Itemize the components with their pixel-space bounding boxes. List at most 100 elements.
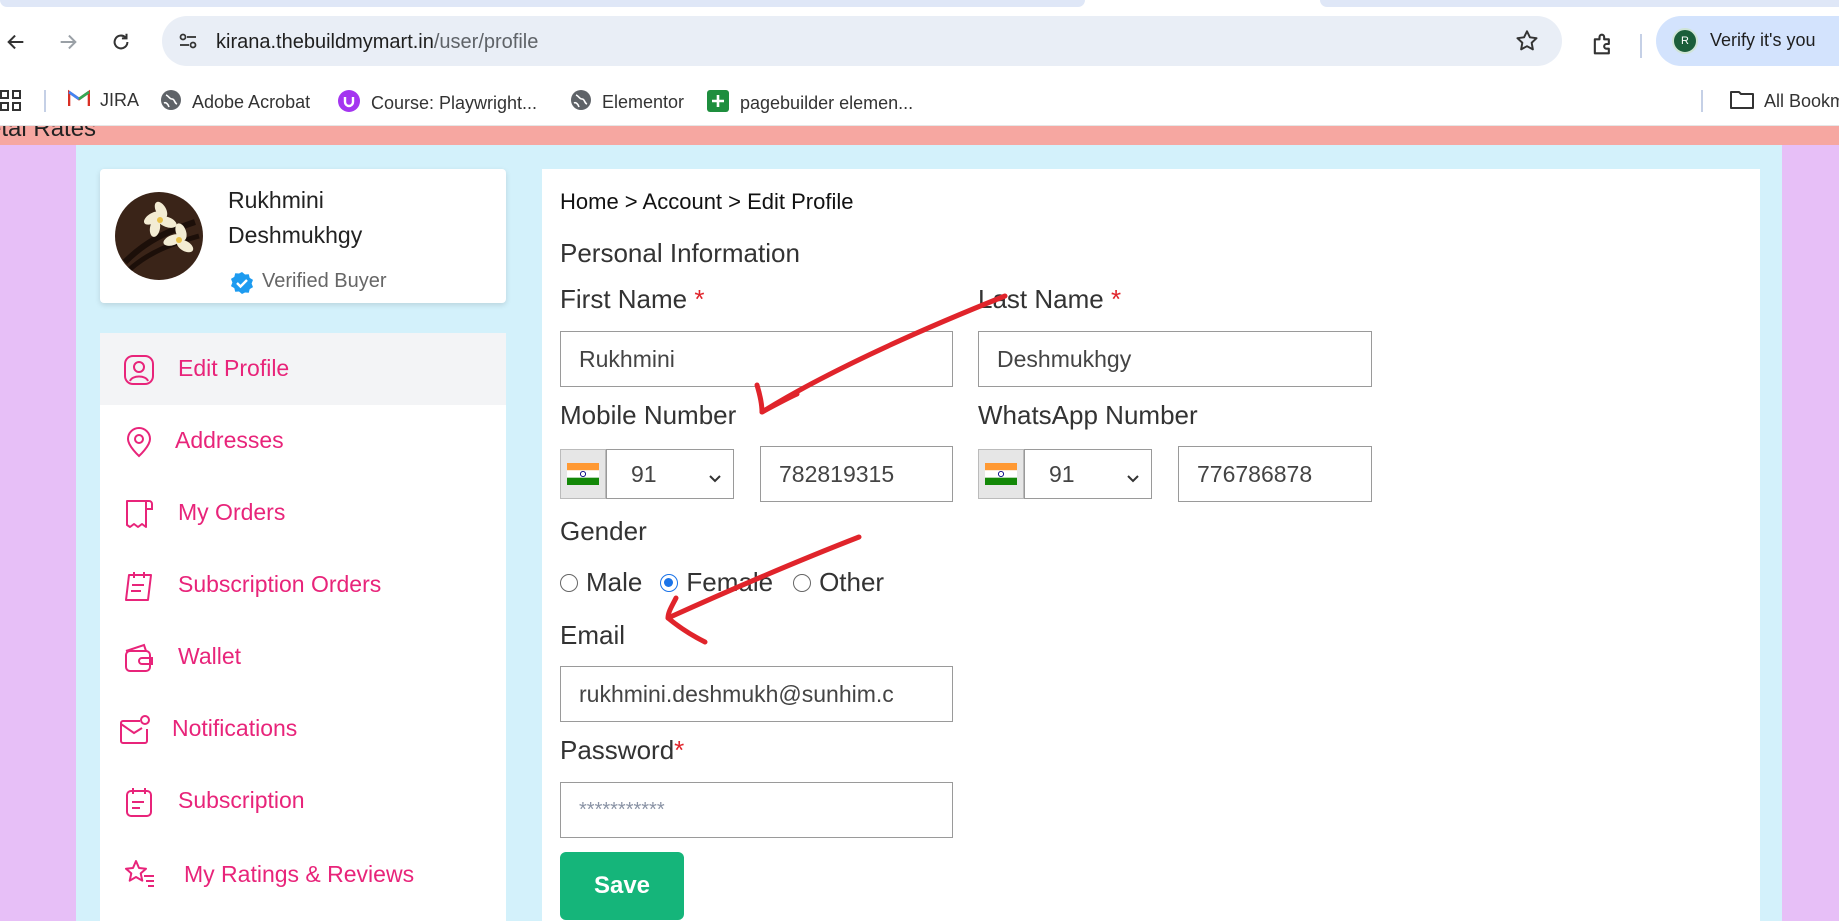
password-label-text: Password xyxy=(560,735,675,765)
account-container: Rukhmini Deshmukhgy Verified Buyer Edit … xyxy=(76,145,1782,921)
verified-label: Verified Buyer xyxy=(262,269,387,292)
bookmark-star-icon[interactable] xyxy=(1514,28,1540,59)
browser-toolbar: kirana.thebuildmymart.in/user/profile R … xyxy=(0,8,1839,76)
whatsapp-number-field[interactable]: 776786878 xyxy=(1178,446,1372,502)
menu-item-wallet[interactable]: Wallet xyxy=(100,621,506,693)
top-announcement-strip: etal Rates xyxy=(0,126,1839,145)
profile-first-name: Rukhmini xyxy=(228,187,324,213)
chevron-down-icon xyxy=(707,466,723,493)
email-field[interactable]: rukhmini.deshmukh@sunhim.c xyxy=(560,666,953,722)
tab-strip xyxy=(0,0,1839,8)
menu-item-addresses[interactable]: Addresses xyxy=(100,405,506,477)
menu-item-my-ratings-reviews[interactable]: My Ratings & Reviews xyxy=(100,837,506,909)
bookmarks-divider xyxy=(44,90,46,112)
gmail-icon xyxy=(67,89,91,112)
avatar xyxy=(115,192,203,280)
password-label: Password* xyxy=(560,735,684,766)
mobile-label: Mobile Number xyxy=(560,400,737,430)
gender-radio-other[interactable] xyxy=(793,573,812,592)
extensions-icon[interactable] xyxy=(1589,30,1617,63)
last-name-field[interactable]: Deshmukhgy xyxy=(978,331,1372,387)
forward-icon[interactable] xyxy=(54,28,82,56)
url-path: /user/profile xyxy=(433,31,539,53)
first-name-field[interactable]: Rukhmini xyxy=(560,331,953,387)
india-flag-icon xyxy=(560,449,606,499)
bookmark-label: Adobe Acrobat xyxy=(192,92,311,112)
site-info-icon[interactable] xyxy=(176,29,200,58)
gender-radio-female[interactable] xyxy=(660,573,679,592)
gender-option-label[interactable]: Other xyxy=(819,567,884,598)
india-flag-icon xyxy=(978,449,1024,499)
browser-tab[interactable] xyxy=(0,0,1085,7)
menu-label: Edit Profile xyxy=(178,355,290,381)
menu-item-notifications[interactable]: Notifications xyxy=(100,693,506,765)
required-marker: * xyxy=(1110,284,1122,314)
address-bar[interactable]: kirana.thebuildmymart.in/user/profile xyxy=(162,16,1562,66)
whatsapp-label: WhatsApp Number xyxy=(978,400,1198,430)
bookmark-item[interactable]: Elementor xyxy=(570,89,684,116)
gender-option-label[interactable]: Female xyxy=(686,567,773,598)
account-menu: Edit Profile Addresses My Orders Subscri… xyxy=(100,333,506,921)
profile-button[interactable]: R Verify it's you xyxy=(1656,16,1839,66)
back-icon[interactable] xyxy=(2,28,30,56)
email-label: Email xyxy=(560,620,626,650)
reload-icon[interactable] xyxy=(107,28,135,56)
whatsapp-code-value: 91 xyxy=(1049,460,1075,487)
verified-check-icon xyxy=(230,271,254,301)
required-marker: * xyxy=(674,735,685,765)
mobile-number-field[interactable]: 782819315 xyxy=(760,446,953,502)
whatsapp-country-code-select[interactable]: 91 xyxy=(1024,449,1152,499)
url-host: kirana.thebuildmymart.in xyxy=(216,31,434,53)
subscription-icon xyxy=(122,785,156,819)
bookmark-item[interactable]: Adobe Acrobat xyxy=(160,89,310,116)
gender-radio-male[interactable] xyxy=(560,573,578,592)
gender-radio-group: Male Female Other xyxy=(560,567,884,598)
profile-avatar: R xyxy=(1672,28,1698,54)
first-name-label: First Name * xyxy=(560,284,704,315)
menu-item-subscription-orders[interactable]: Subscription Orders xyxy=(100,549,506,621)
url-text[interactable]: kirana.thebuildmymart.in/user/profile xyxy=(216,31,538,54)
gender-label: Gender xyxy=(560,516,647,546)
profile-name: Rukhmini Deshmukhgy xyxy=(228,183,362,253)
bookmark-item[interactable]: Course: Playwright... xyxy=(337,89,537,118)
menu-label: Subscription xyxy=(178,787,305,813)
apps-grid-icon[interactable] xyxy=(0,90,22,117)
password-field[interactable]: *********** xyxy=(560,782,953,838)
udemy-icon xyxy=(337,89,361,118)
edit-profile-form: Home > Account > Edit Profile Personal I… xyxy=(542,169,1760,921)
browser-tab[interactable] xyxy=(1320,0,1839,7)
required-marker: * xyxy=(694,284,705,314)
profile-last-name: Deshmukhgy xyxy=(228,222,363,248)
web-page: etal Rates xyxy=(0,126,1839,921)
menu-item-edit-profile[interactable]: Edit Profile xyxy=(100,333,506,405)
all-bookmarks[interactable]: All Bookm xyxy=(1730,89,1839,114)
last-name-label-text: Last Name xyxy=(978,284,1104,314)
all-bookmarks-label: All Bookm xyxy=(1764,91,1839,111)
globe-icon xyxy=(570,89,592,116)
subscription-orders-icon xyxy=(122,569,156,603)
chevron-down-icon xyxy=(1125,466,1141,493)
bookmark-item[interactable]: pagebuilder elemen... xyxy=(706,89,913,118)
sheets-icon xyxy=(706,89,730,118)
menu-item-my-orders[interactable]: My Orders xyxy=(100,477,506,549)
bookmark-label: JIRA xyxy=(100,90,140,110)
menu-label: Notifications xyxy=(172,715,298,741)
bookmark-item[interactable]: JIRA xyxy=(67,89,140,112)
section-title: Personal Information xyxy=(560,238,800,268)
toolbar-divider xyxy=(1640,34,1642,58)
profile-label: Verify it's you xyxy=(1710,30,1816,50)
mobile-code-value: 91 xyxy=(631,460,657,487)
wallet-icon xyxy=(122,641,156,675)
mobile-country-code-select[interactable]: 91 xyxy=(606,449,734,499)
globe-icon xyxy=(160,89,182,116)
verified-badge: Verified Buyer xyxy=(230,261,387,301)
gender-option-label[interactable]: Male xyxy=(586,567,642,598)
save-button[interactable]: Save xyxy=(560,852,684,920)
menu-label: Wallet xyxy=(178,643,242,669)
breadcrumb[interactable]: Home > Account > Edit Profile xyxy=(560,189,854,215)
notification-mail-icon xyxy=(118,713,152,747)
menu-label: Addresses xyxy=(175,427,284,453)
bookmarks-divider xyxy=(1701,90,1703,112)
menu-item-subscription[interactable]: Subscription xyxy=(100,765,506,837)
first-name-label-text: First Name xyxy=(560,284,688,314)
